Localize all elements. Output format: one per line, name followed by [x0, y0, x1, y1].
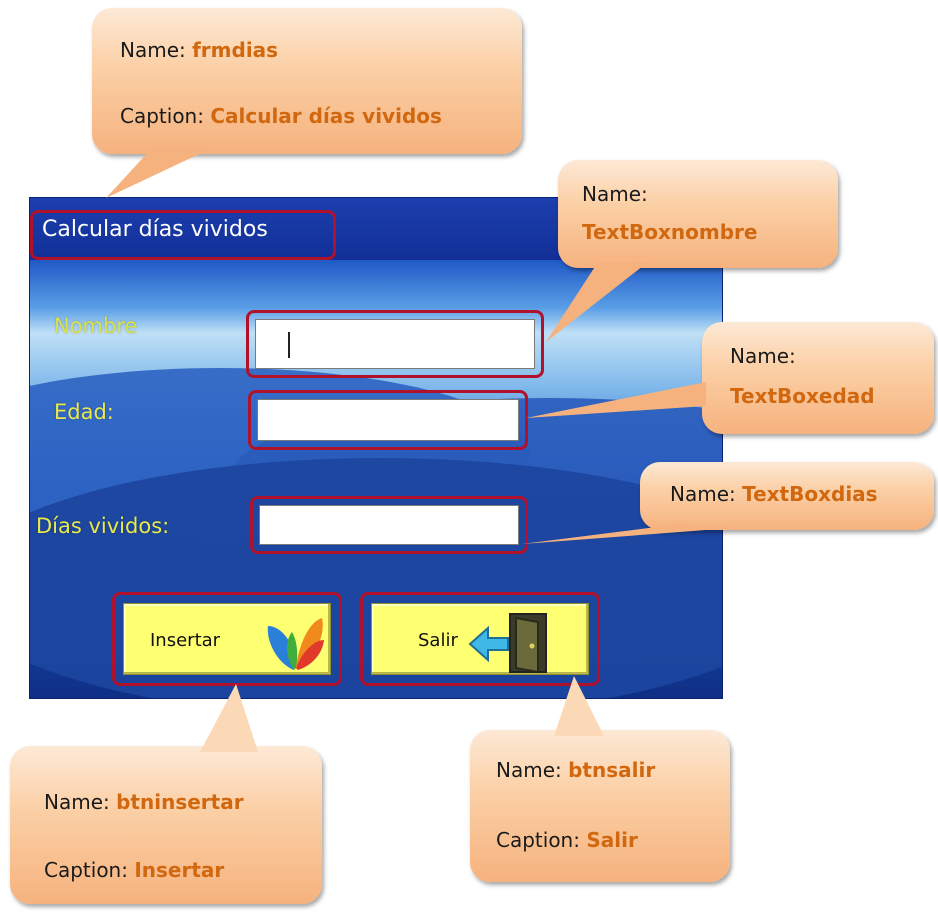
salir-button-label: Salir: [418, 630, 458, 651]
msn-butterfly-icon: [267, 618, 324, 670]
callout-nombre-name-value: TextBoxnombre: [582, 220, 758, 244]
callout-form-name-label: Name:: [120, 38, 186, 62]
textbox-edad[interactable]: [257, 399, 519, 441]
callout-insertar-caption-label: Caption:: [44, 858, 128, 882]
callout-salir-name-value: btnsalir: [568, 758, 656, 782]
exit-door-icon: [468, 613, 547, 674]
callout-form-name-value: frmdias: [192, 38, 279, 62]
callout-edad-name-value: TextBoxedad: [730, 384, 875, 408]
insertar-button[interactable]: Insertar: [123, 603, 331, 675]
callout-pointer: [106, 148, 212, 198]
callout-edad-name-label: Name:: [730, 344, 796, 368]
callout-insertar-caption-value: Insertar: [134, 858, 225, 882]
callout-form-caption-label: Caption:: [120, 104, 204, 128]
salir-button-highlight: Salir: [360, 592, 600, 686]
callout-insertar-name-value: btninsertar: [116, 790, 244, 814]
callout-insertar-button: Name: btninsertar Caption: Insertar: [10, 684, 322, 904]
callout-salir-caption-value: Salir: [586, 828, 638, 852]
callout-salir-caption-label: Caption:: [496, 828, 580, 852]
callout-pointer: [554, 676, 604, 736]
textbox-dias[interactable]: [259, 505, 519, 545]
callout-form-caption-value: Calcular días vividos: [210, 104, 442, 128]
callout-insertar-name-label: Name:: [44, 790, 110, 814]
callout-pointer: [546, 262, 648, 342]
insertar-button-highlight: Insertar: [112, 592, 342, 686]
callout-pointer: [526, 382, 706, 418]
textbox-nombre[interactable]: [255, 319, 535, 369]
label-nombre: Nombre: [54, 314, 138, 338]
callout-salir-name-label: Name:: [496, 758, 562, 782]
callout-form: Name: frmdias Caption: Calcular días viv…: [92, 8, 522, 198]
textbox-nombre-highlight: [246, 310, 544, 378]
insertar-button-label: Insertar: [150, 630, 221, 651]
callout-dias-name-value: TextBoxdias: [742, 482, 878, 506]
callout-textbox-edad: Name: TextBoxedad: [526, 322, 934, 434]
label-dias-vividos: Días vividos:: [36, 514, 170, 538]
callout-textbox-dias: Name: TextBoxdias: [522, 462, 934, 544]
caption-highlight-frame: [30, 210, 336, 260]
textbox-dias-highlight: [250, 496, 528, 554]
salir-button[interactable]: Salir: [371, 603, 589, 675]
label-edad: Edad:: [54, 400, 114, 424]
callout-salir-button: Name: btnsalir Caption: Salir: [470, 676, 730, 882]
callout-textbox-nombre: Name: TextBoxnombre: [546, 160, 838, 342]
text-caret: [288, 332, 290, 358]
callout-nombre-name-label: Name:: [582, 182, 648, 206]
textbox-edad-highlight: [248, 390, 528, 450]
callout-dias-name-label: Name:: [670, 482, 736, 506]
